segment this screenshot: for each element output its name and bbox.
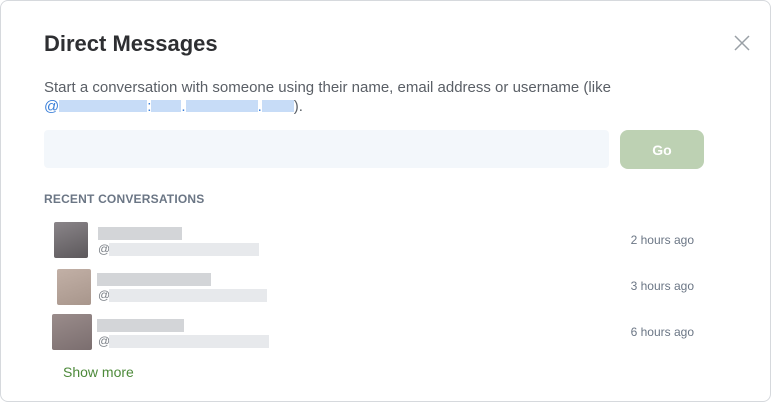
last-message-time: 6 hours ago	[630, 325, 694, 339]
redacted-domain-part	[185, 100, 258, 112]
avatar	[54, 222, 88, 258]
username-redacted	[109, 243, 259, 256]
recent-conversation-item[interactable]: @ 2 hours ago	[44, 220, 704, 264]
display-name-redacted	[97, 319, 184, 332]
search-input[interactable]	[44, 130, 609, 168]
username-redacted	[109, 289, 267, 302]
recent-conversations-heading: RECENT CONVERSATIONS	[44, 192, 205, 206]
show-more-link[interactable]: Show more	[63, 364, 134, 380]
avatar	[52, 314, 92, 350]
display-name-redacted	[97, 273, 211, 286]
redacted-domain-part	[151, 100, 182, 112]
recent-conversation-item[interactable]: @ 6 hours ago	[44, 312, 704, 356]
subtitle-example: @:..).	[44, 97, 684, 116]
dialog-subtitle: Start a conversation with someone using …	[44, 78, 684, 116]
recent-conversation-item[interactable]: @ 3 hours ago	[44, 266, 704, 310]
go-button[interactable]: Go	[620, 130, 704, 169]
redacted-username	[59, 100, 148, 112]
avatar	[57, 269, 91, 305]
subtitle-prefix: Start a conversation with someone using …	[44, 79, 611, 96]
direct-messages-dialog: Direct Messages Start a conversation wit…	[0, 0, 771, 402]
redacted-domain-part	[261, 100, 294, 112]
username-redacted	[109, 335, 269, 348]
display-name-redacted	[98, 227, 182, 240]
last-message-time: 2 hours ago	[630, 233, 694, 247]
example-at: @	[44, 98, 60, 115]
last-message-time: 3 hours ago	[630, 279, 694, 293]
subtitle-suffix: ).	[293, 98, 303, 115]
dialog-title: Direct Messages	[44, 31, 218, 56]
close-icon[interactable]	[732, 33, 752, 53]
